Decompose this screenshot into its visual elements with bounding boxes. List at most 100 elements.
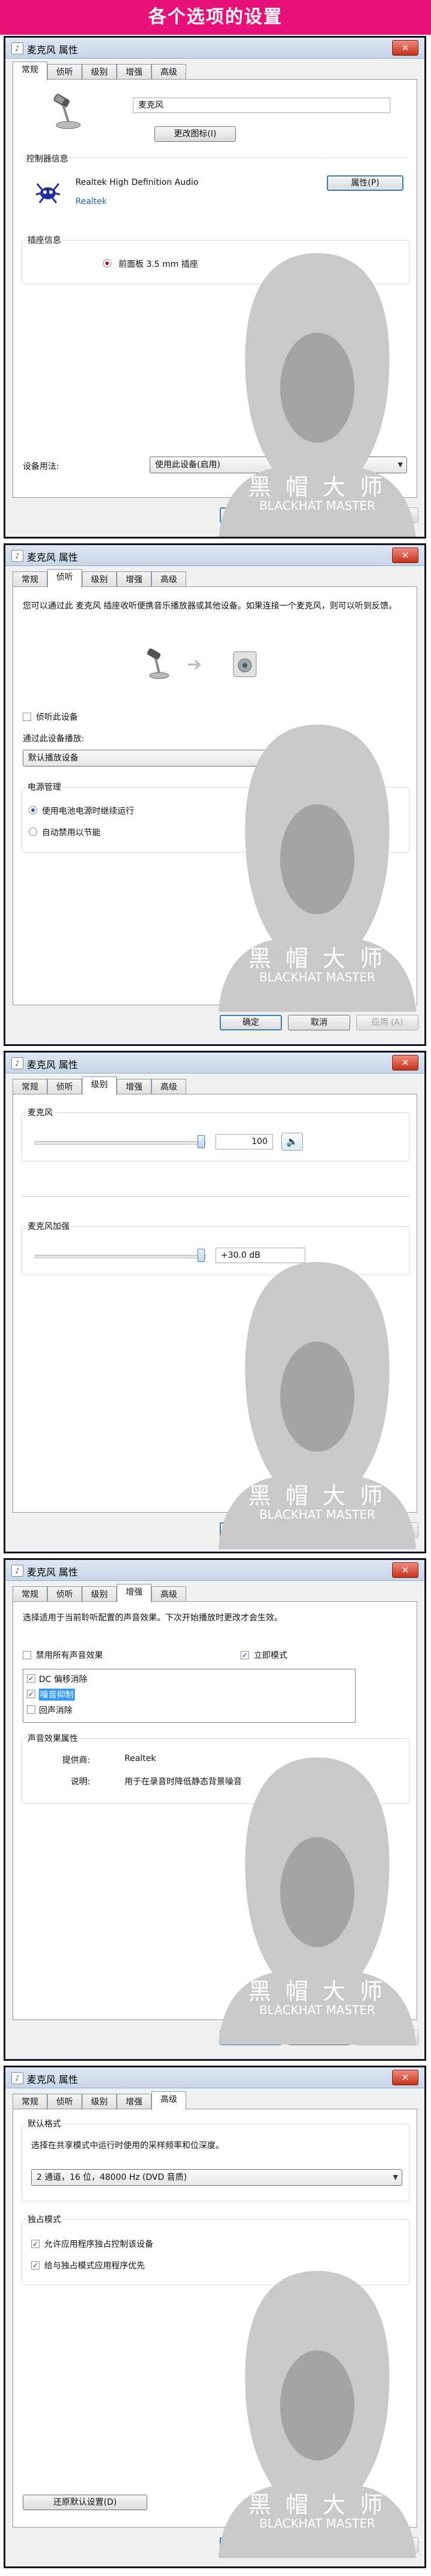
window-title: 麦克风 属性 — [27, 1567, 78, 1578]
default-format-description: 选择在共享模式中运行时使用的采样频率和位深度。 — [31, 2141, 224, 2151]
power-radio-disable[interactable] — [29, 828, 37, 836]
properties-button[interactable]: 属性(P) — [327, 175, 403, 191]
cancel-button[interactable]: 取消 — [288, 1015, 350, 1030]
apply-button[interactable]: 应用 (A) — [356, 2030, 418, 2045]
listen-checkbox[interactable] — [23, 713, 31, 721]
apply-button[interactable]: 应用 (A) — [356, 1522, 418, 1538]
change-icon-button[interactable]: 更改图标(I) — [154, 126, 236, 142]
tab-general[interactable]: 常规 — [13, 1079, 47, 1094]
tab-levels[interactable]: 级别 — [82, 2094, 117, 2109]
tab-general[interactable]: 常规 — [13, 2094, 47, 2109]
immediate-mode-checkbox[interactable]: ✓ — [241, 1651, 249, 1659]
apply-button[interactable]: 应用 (A) — [356, 2537, 418, 2553]
tab-advanced[interactable]: 高级 — [151, 1586, 186, 1602]
effect-props-group — [22, 1738, 409, 1804]
tab-enhancements[interactable]: 增强 — [117, 64, 151, 80]
mic-level-slider[interactable] — [198, 1135, 205, 1148]
window-title: 麦克风 属性 — [27, 1059, 78, 1070]
tab-enhancements[interactable]: 增强 — [117, 571, 151, 587]
tab-enhancements[interactable]: 增强 — [117, 2094, 151, 2109]
controller-vendor-link[interactable]: Realtek — [75, 197, 107, 206]
disable-all-label: 禁用所有声音效果 — [36, 1651, 103, 1660]
usage-select[interactable]: 使用此设备(启用) ▼ — [150, 457, 407, 473]
ok-button[interactable]: 确定 — [220, 2537, 282, 2553]
title-bar[interactable]: ♪ 麦克风 属性 ✕ — [5, 545, 424, 566]
playback-value: 默认播放设备 — [28, 753, 78, 763]
effect-dc-offset-label[interactable]: DC 偏移消除 — [39, 1673, 87, 1685]
apply-button[interactable]: 应用 (A) — [356, 1015, 418, 1030]
disable-all-checkbox[interactable] — [23, 1651, 31, 1659]
effect-noise-suppression-label[interactable]: 噪音抑制 — [39, 1689, 75, 1701]
tab-levels[interactable]: 级别 — [82, 64, 117, 80]
playback-device-select[interactable]: 默认播放设备 ▼ — [23, 750, 301, 767]
jack-group — [22, 240, 409, 284]
ok-button[interactable]: 确定 — [220, 2030, 282, 2045]
ok-button[interactable]: 确定 — [220, 1522, 282, 1538]
restore-defaults-button[interactable]: 还原默认设置(D) — [23, 2495, 147, 2510]
window-icon: ♪ — [11, 2072, 23, 2084]
window-title: 麦克风 属性 — [27, 2074, 78, 2085]
cancel-button[interactable]: 取消 — [288, 507, 350, 523]
description-value: 用于在录音时降低静态背景噪音 — [125, 1777, 242, 1787]
tab-levels[interactable]: 级别 — [82, 1076, 117, 1095]
effect-echo-cancel-label[interactable]: 回声消除 — [39, 1704, 72, 1716]
effect-noise-suppression-checkbox[interactable]: ✓ — [27, 1690, 35, 1698]
tab-levels[interactable]: 级别 — [82, 1586, 117, 1602]
jack-label: 插座信息 — [26, 234, 62, 246]
cancel-button[interactable]: 取消 — [288, 1522, 350, 1538]
tab-advanced[interactable]: 高级 — [151, 2091, 186, 2110]
dialog-levels: ♪ 麦克风 属性 ✕ 常规 侦听 级别 增强 高级 麦克风 100 🔈 麦克风加… — [4, 1051, 426, 1553]
title-bar[interactable]: ♪ 麦克风 属性 ✕ — [5, 2067, 424, 2088]
tab-enhancements[interactable]: 增强 — [117, 1584, 151, 1602]
title-bar[interactable]: ♪ 麦克风 属性 ✕ — [5, 38, 424, 59]
microphone-icon — [147, 648, 169, 679]
speaker-mute-icon[interactable]: 🔈 — [281, 1133, 303, 1151]
ok-button[interactable]: 确定 — [220, 507, 282, 523]
tab-general[interactable]: 常规 — [13, 62, 47, 80]
close-button[interactable]: ✕ — [392, 40, 418, 56]
tab-listen[interactable]: 侦听 — [47, 569, 82, 588]
tab-general[interactable]: 常规 — [13, 571, 47, 587]
dialog-general: ♪ 麦克风 属性 ✕ 常规 侦听 级别 增强 高级 麦克风 更改图标(I) 控制… — [4, 36, 426, 539]
close-button[interactable]: ✕ — [392, 2070, 418, 2085]
boost-slider[interactable] — [198, 1249, 205, 1262]
mic-level-value[interactable]: 100 — [216, 1134, 273, 1149]
device-name-field[interactable]: 麦克风 — [133, 98, 390, 113]
window-icon: ♪ — [11, 1565, 23, 1577]
apply-button[interactable]: 应用 (A) — [356, 507, 418, 523]
tab-general[interactable]: 常规 — [13, 1586, 47, 1602]
dialog-enhancements: ♪ 麦克风 属性 ✕ 常规 侦听 级别 增强 高级 选择适用于当前聆听配置的声音… — [4, 1558, 426, 2061]
close-button[interactable]: ✕ — [392, 548, 418, 563]
tab-enhancements[interactable]: 增强 — [117, 1079, 151, 1094]
boost-track — [35, 1255, 206, 1258]
tab-advanced[interactable]: 高级 — [151, 571, 186, 587]
allow-exclusive-checkbox[interactable]: ✓ — [31, 2240, 40, 2248]
tab-panel-advanced: 默认格式 选择在共享模式中运行时使用的采样频率和位深度。 2 通道，16 位，4… — [13, 2109, 417, 2528]
tab-listen[interactable]: 侦听 — [47, 2094, 82, 2109]
effect-echo-cancel-checkbox[interactable] — [27, 1705, 35, 1714]
dialog-listen: ♪ 麦克风 属性 ✕ 常规 侦听 级别 增强 高级 您可以通过此 麦克风 插座收… — [4, 543, 426, 1046]
default-format-select[interactable]: 2 通道，16 位，48000 Hz (DVD 音质) ▼ — [31, 2169, 402, 2186]
tab-advanced[interactable]: 高级 — [151, 64, 186, 80]
jack-value: 前面板 3.5 mm 插座 — [119, 260, 198, 269]
title-bar[interactable]: ♪ 麦克风 属性 ✕ — [5, 1053, 424, 1073]
tab-listen[interactable]: 侦听 — [47, 64, 82, 80]
exclusive-priority-checkbox[interactable]: ✓ — [31, 2261, 40, 2270]
close-button[interactable]: ✕ — [392, 1055, 418, 1070]
provider-label: 提供商: — [62, 1756, 90, 1765]
ok-button[interactable]: 确定 — [220, 1015, 282, 1030]
tab-listen[interactable]: 侦听 — [47, 1079, 82, 1094]
power-option-continue: 使用电池电源时继续运行 — [42, 807, 134, 816]
window-icon: ♪ — [11, 42, 23, 54]
tab-levels[interactable]: 级别 — [82, 571, 117, 587]
cancel-button[interactable]: 取消 — [288, 2537, 350, 2553]
effect-dc-offset-checkbox[interactable]: ✓ — [27, 1674, 35, 1683]
power-radio-continue[interactable] — [29, 806, 37, 814]
close-button[interactable]: ✕ — [392, 1562, 418, 1578]
cancel-button[interactable]: 取消 — [288, 2030, 350, 2045]
listen-description: 您可以通过此 麦克风 插座收听便携音乐播放器或其他设备。如果连接一个麦克风，则可… — [23, 601, 397, 611]
title-bar[interactable]: ♪ 麦克风 属性 ✕ — [5, 1560, 424, 1581]
chevron-down-icon: ▼ — [397, 461, 403, 469]
tab-listen[interactable]: 侦听 — [47, 1586, 82, 1602]
tab-advanced[interactable]: 高级 — [151, 1079, 186, 1094]
